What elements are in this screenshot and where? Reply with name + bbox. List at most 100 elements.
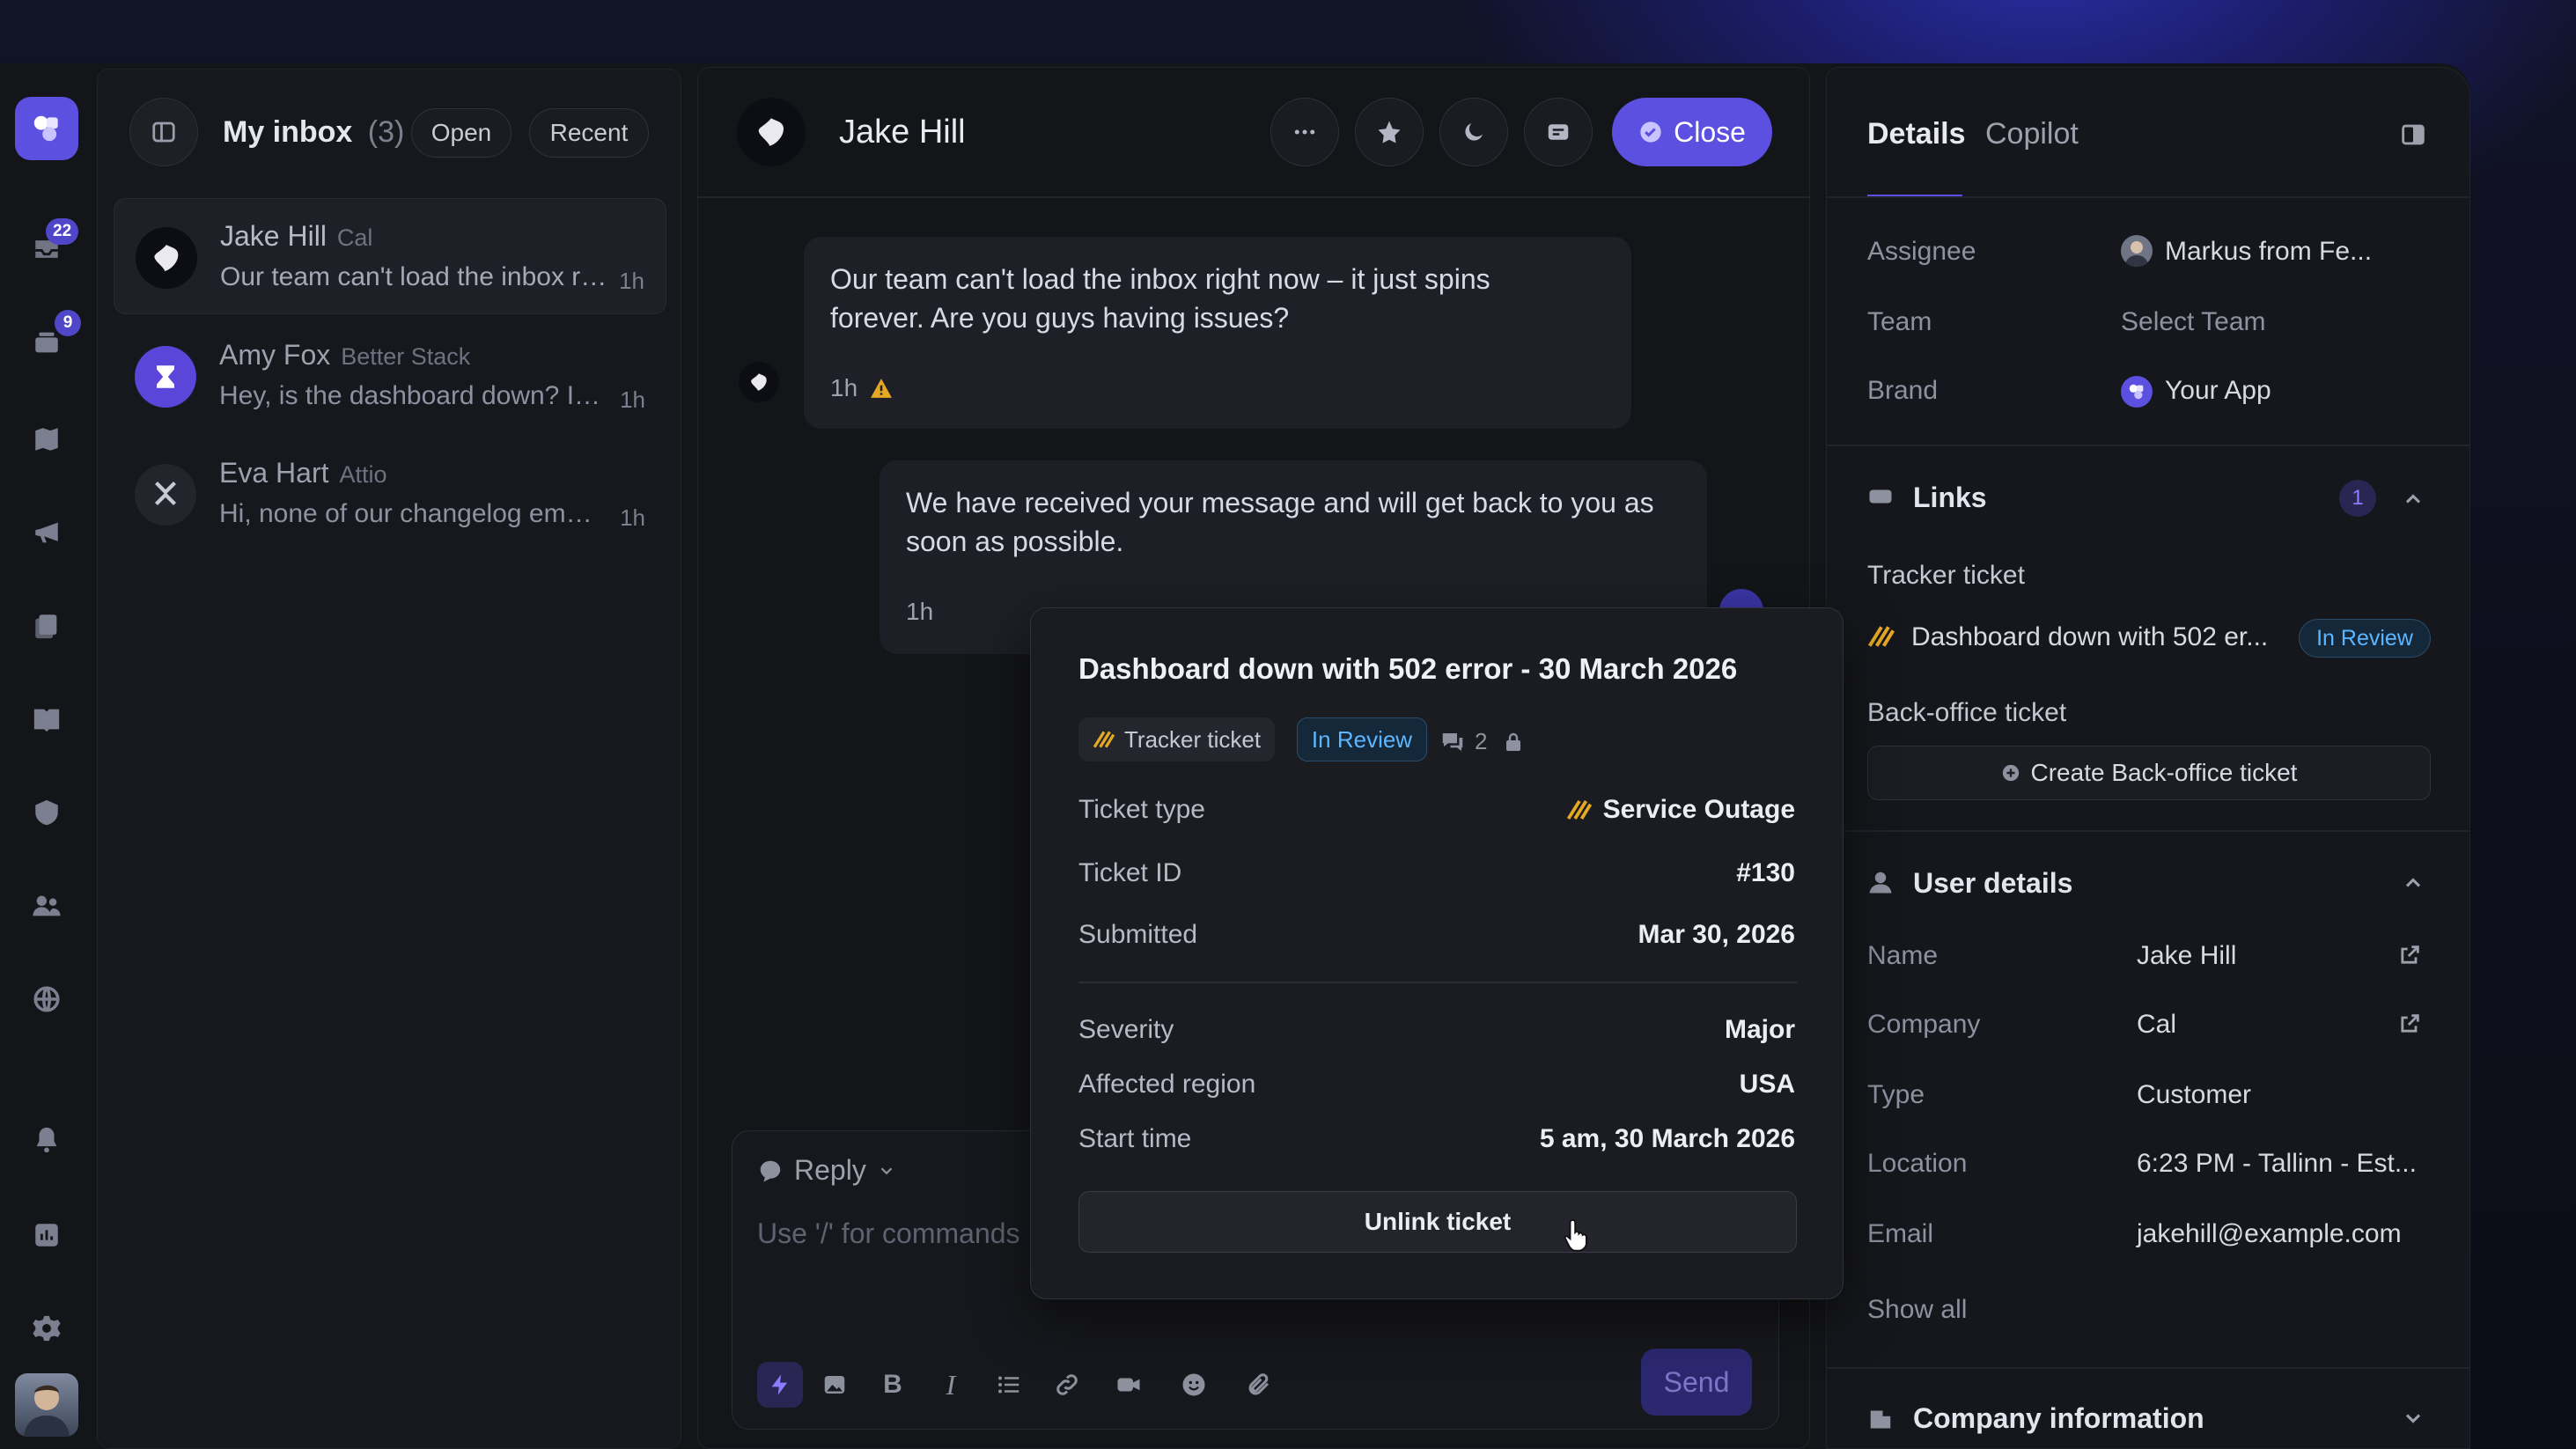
message-time: 1h (906, 598, 934, 625)
tracker-icon (1566, 800, 1592, 820)
snooze-button[interactable] (1439, 98, 1508, 166)
tickets-badge: 9 (55, 310, 81, 336)
contact-name-wrap: Amy Fox Better Stack (219, 339, 470, 371)
megaphone-icon[interactable] (30, 516, 63, 549)
message-text: We have received your message and will g… (906, 487, 1654, 557)
video-icon[interactable] (1113, 1369, 1144, 1401)
emoji-icon[interactable] (1178, 1369, 1210, 1401)
conversation-preview: Our team can't load the inbox right now … (220, 262, 607, 291)
composer-input[interactable]: Use '/' for commands (757, 1217, 1020, 1250)
inbox-panel: My inbox (3) Open Recent Jake Hill Cal Ou… (97, 69, 681, 1449)
contact-name: Jake Hill (220, 220, 327, 252)
email-value[interactable]: jakehill@example.com (2137, 1219, 2402, 1249)
link-icon[interactable] (1051, 1369, 1083, 1401)
panel-toggle-icon[interactable] (2396, 117, 2431, 152)
conversation-item[interactable]: Jake Hill Cal Our team can't load the inb… (114, 198, 666, 314)
star-button[interactable] (1355, 98, 1424, 166)
italic-icon[interactable]: I (935, 1369, 967, 1401)
tracker-label: Tracker ticket (1867, 561, 2025, 590)
globe-icon[interactable] (30, 982, 63, 1016)
tab-details[interactable]: Details (1867, 117, 1966, 151)
company-value: Cal (2137, 1010, 2177, 1039)
filter-recent-button[interactable]: Recent (529, 108, 649, 158)
warning-icon (871, 379, 893, 398)
show-all-link[interactable]: Show all (1867, 1295, 1967, 1325)
close-conversation-button[interactable]: Close (1612, 98, 1772, 166)
start-time-label: Start time (1078, 1124, 1192, 1153)
company-label: Company (1867, 1010, 1981, 1039)
contact-avatar (135, 464, 196, 526)
start-time-value: 5 am, 30 March 2026 (1539, 1124, 1795, 1153)
docs-icon[interactable] (30, 609, 63, 643)
company-icon (1867, 1404, 1894, 1431)
create-backoffice-button[interactable]: Create Back-office ticket (1867, 746, 2431, 800)
contact-avatar (136, 227, 197, 289)
gear-icon[interactable] (30, 1312, 63, 1345)
app-logo-icon[interactable] (15, 97, 78, 160)
status-badge: In Review (1297, 717, 1427, 761)
map-icon[interactable] (30, 423, 63, 456)
severity-value: Major (1724, 1015, 1795, 1044)
shield-icon[interactable] (30, 796, 63, 829)
links-collapse-icon[interactable] (2401, 487, 2425, 511)
header-avatar (737, 98, 806, 166)
incoming-message: Our team can't load the inbox right now … (804, 237, 1631, 429)
bold-icon[interactable]: B (877, 1369, 909, 1401)
send-button[interactable]: Send (1641, 1349, 1752, 1416)
contact-name: Eva Hart (219, 457, 329, 489)
name-value: Jake Hill (2137, 941, 2237, 970)
links-count-badge: 1 (2339, 480, 2376, 517)
tab-copilot[interactable]: Copilot (1985, 117, 2079, 151)
people-icon[interactable] (30, 889, 63, 923)
inbox-count: (3) (367, 115, 405, 149)
location-value: 6:23 PM - Tallinn - Est... (2137, 1149, 2417, 1178)
conversation-item[interactable]: Amy Fox Better Stack Hey, is the dashboar… (114, 318, 666, 434)
brand-value[interactable]: Your App (2165, 376, 2271, 406)
lightning-icon[interactable] (757, 1362, 803, 1408)
more-options-button[interactable] (1270, 98, 1339, 166)
conversation-time: 1h (620, 386, 645, 413)
reply-mode-dropdown[interactable]: Reply (757, 1154, 896, 1187)
submitted-label: Submitted (1078, 920, 1198, 949)
filter-open-button[interactable]: Open (411, 108, 512, 158)
user-collapse-icon[interactable] (2401, 871, 2425, 895)
company-expand-icon[interactable] (2401, 1406, 2425, 1431)
message-text: Our team can't load the inbox right now … (830, 263, 1490, 334)
team-value[interactable]: Select Team (2121, 307, 2266, 337)
message-avatar (739, 362, 779, 402)
contact-org: Better Stack (341, 343, 471, 370)
inbox-title-wrap: My inbox (3) (223, 115, 404, 150)
conversation-item[interactable]: Eva Hart Attio Hi, none of our changelog … (114, 436, 666, 552)
contact-org: Cal (336, 224, 373, 251)
comment-count: 2 (1475, 728, 1488, 754)
external-link-icon[interactable] (2397, 1011, 2422, 1036)
unlink-ticket-button[interactable]: Unlink ticket (1078, 1191, 1797, 1253)
sidebar-toggle-button[interactable] (129, 98, 198, 166)
conversation-time: 1h (619, 268, 644, 294)
tracker-icon (1093, 731, 1115, 748)
bell-icon[interactable] (30, 1123, 63, 1157)
team-label: Team (1867, 307, 1932, 336)
tracker-ticket-link[interactable]: Dashboard down with 502 er... (1911, 622, 2268, 652)
chart-icon[interactable] (30, 1218, 63, 1252)
book-icon[interactable] (30, 702, 63, 736)
location-label: Location (1867, 1149, 1968, 1178)
name-label: Name (1867, 941, 1939, 970)
create-ticket-button[interactable] (1524, 98, 1593, 166)
user-avatar[interactable] (15, 1373, 78, 1437)
attachment-icon[interactable] (1243, 1369, 1275, 1401)
message-time: 1h (830, 374, 858, 401)
conversation-preview: Hey, is the dashboard down? It won't loa… (219, 381, 607, 410)
email-label: Email (1867, 1219, 1934, 1248)
external-link-icon[interactable] (2397, 943, 2422, 967)
assignee-label: Assignee (1867, 237, 1976, 266)
ticket-type-label: Ticket type (1078, 795, 1205, 824)
assignee-value[interactable]: Markus from Fe... (2165, 237, 2372, 267)
section-divider (1827, 1367, 2469, 1369)
region-label: Affected region (1078, 1070, 1256, 1099)
list-icon[interactable] (993, 1369, 1025, 1401)
region-value: USA (1739, 1070, 1795, 1099)
popover-title: Dashboard down with 502 error - 30 March… (1078, 652, 1738, 685)
image-icon[interactable] (819, 1369, 850, 1401)
ticket-id-label: Ticket ID (1078, 858, 1182, 887)
